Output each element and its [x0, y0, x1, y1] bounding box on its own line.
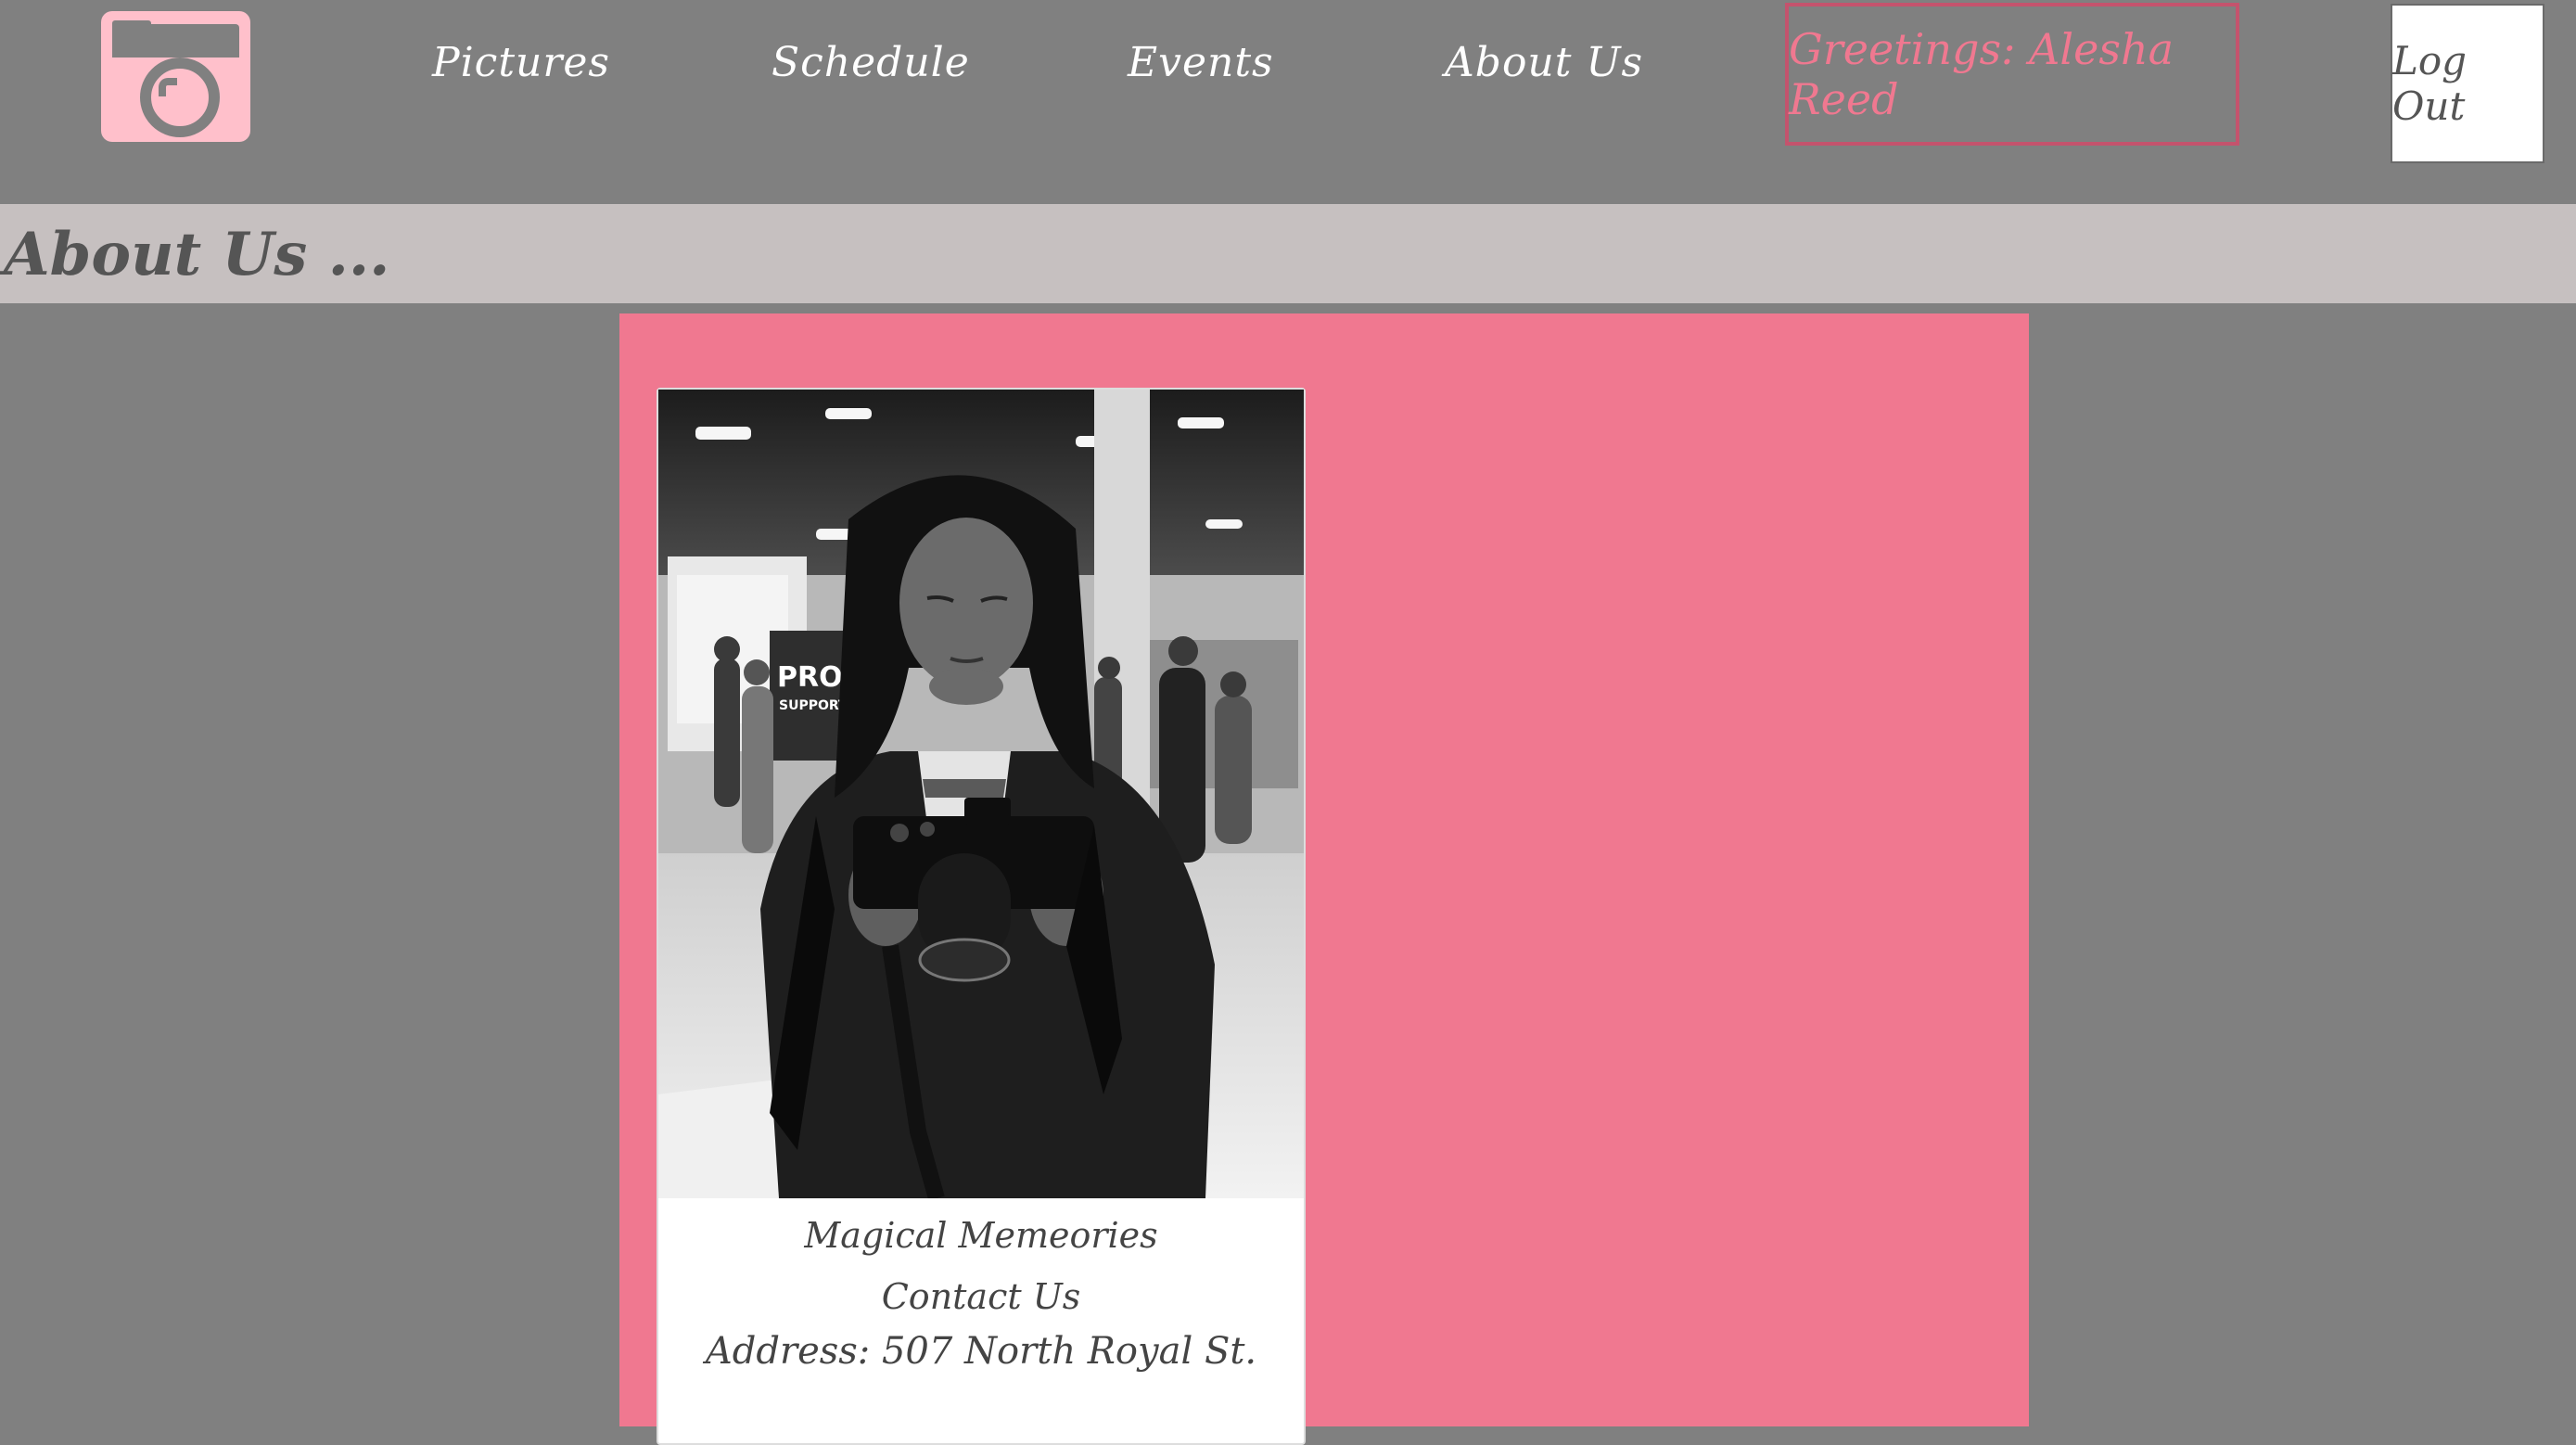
top-nav: Pictures Schedule Events About Us Greeti…: [0, 0, 2576, 204]
nav-link-schedule[interactable]: Schedule: [772, 35, 970, 91]
logout-button[interactable]: Log Out: [2391, 4, 2544, 163]
photo-illustration: PRO SUPPORT: [658, 390, 1304, 1198]
address-text: Address: 507 North Royal St.: [705, 1330, 1257, 1373]
nav-link-pictures[interactable]: Pictures: [432, 35, 610, 91]
profile-card: PRO SUPPORT Magical Memeories Contact Us…: [657, 388, 1306, 1445]
user-greeting: Greetings: Alesha Reed: [1785, 3, 2239, 146]
content-panel: PRO SUPPORT Magical Memeories Contact Us…: [619, 313, 2029, 1445]
page-title: About Us ...: [4, 220, 390, 289]
nav-link-about-us[interactable]: About Us: [1445, 35, 1643, 91]
camera-icon[interactable]: [101, 11, 250, 142]
section-header: About Us ...: [0, 204, 2576, 303]
nav-link-events[interactable]: Events: [1128, 35, 1274, 91]
profile-photo: PRO SUPPORT: [658, 390, 1304, 1198]
contact-heading: Contact Us: [881, 1276, 1081, 1317]
svg-text:PRO: PRO: [777, 661, 843, 694]
camera-icon-band: [112, 24, 239, 58]
svg-text:SUPPORT: SUPPORT: [779, 698, 848, 713]
studio-name: Magical Memeories: [804, 1215, 1158, 1256]
camera-icon-lens: [140, 58, 220, 137]
